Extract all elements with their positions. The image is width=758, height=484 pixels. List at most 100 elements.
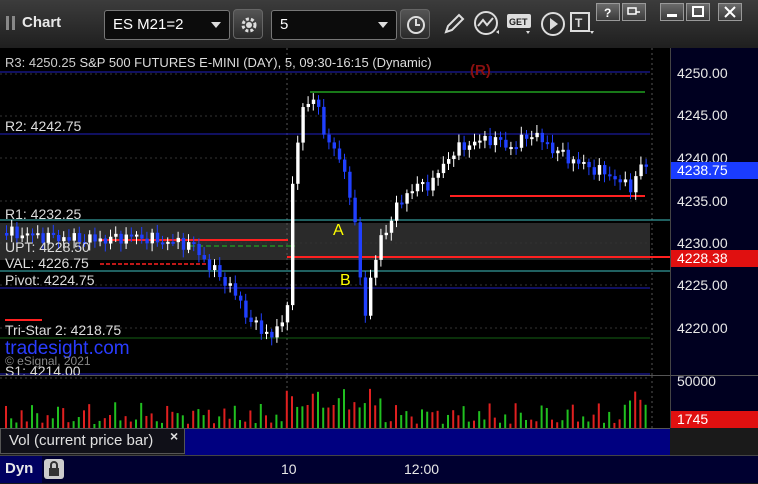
draw-button[interactable]: [442, 12, 466, 41]
volume-bar: [488, 403, 491, 428]
bar-body: [421, 182, 425, 185]
chart-header: R3: 4250.25 S&P 500 FUTURES E-MINI (DAY)…: [5, 55, 432, 70]
volume-bar: [634, 391, 637, 428]
bar-body: [447, 159, 451, 164]
volume-bar: [639, 399, 642, 428]
bar-body: [540, 132, 544, 143]
volume-pane-tab[interactable]: Vol (current price bar): [0, 428, 185, 454]
volume-bar: [20, 410, 23, 428]
maximize-button[interactable]: [686, 3, 710, 21]
volume-bar: [166, 405, 169, 428]
bar-body: [384, 232, 388, 236]
help-button[interactable]: ?: [596, 3, 620, 21]
play-button[interactable]: [540, 11, 566, 42]
bar-body: [400, 202, 404, 205]
chart-toolbar: Chart ES M21=2 5 GET T ?: [0, 0, 758, 49]
dynamic-mode-button[interactable]: Dyn: [0, 456, 42, 483]
bar-body: [161, 242, 165, 245]
bar-body: [145, 238, 149, 244]
interval-dropdown[interactable]: 5: [271, 10, 397, 40]
bar-body: [171, 241, 175, 244]
volume-bar: [155, 421, 158, 428]
bar-body: [597, 165, 602, 175]
volume-bar: [301, 406, 304, 428]
marker-a: A: [333, 222, 344, 239]
bar-body: [452, 155, 456, 160]
volume-bar: [343, 389, 345, 428]
symbol-dropdown[interactable]: ES M21=2: [104, 10, 230, 40]
volume-bar: [306, 404, 309, 428]
volume-bar: [473, 420, 475, 428]
volume-bar: [124, 416, 127, 428]
time-button[interactable]: [400, 9, 430, 39]
price-axis[interactable]: 4250.00 4245.00 4240.00 4235.00 4230.00 …: [670, 48, 758, 375]
volume-bar: [608, 411, 611, 428]
template-button[interactable]: T: [570, 12, 596, 41]
bar-body: [577, 159, 581, 164]
volume-bar: [332, 405, 335, 428]
volume-bar: [83, 410, 85, 428]
bar-body: [317, 99, 321, 107]
volume-bar: [322, 407, 325, 428]
bar-body: [358, 222, 362, 278]
bar-body: [25, 233, 30, 236]
bar-body: [499, 137, 503, 140]
volume-bar: [592, 414, 595, 428]
bar-body: [135, 234, 139, 237]
svg-text:?: ?: [604, 6, 611, 18]
volume-bar: [249, 410, 252, 428]
marker-b: B: [340, 272, 351, 289]
time-tick: 10: [281, 461, 297, 477]
bar-body: [166, 241, 170, 244]
volume-bar: [275, 414, 278, 428]
volume-bar: [36, 413, 39, 428]
time-axis[interactable]: Dyn 10 12:00: [0, 455, 758, 483]
volume-bar: [514, 403, 517, 428]
s1-label: S1: 4214.00: [5, 363, 81, 375]
bar-body: [103, 238, 108, 244]
bar-body: [405, 193, 409, 204]
bar-body: [369, 277, 373, 316]
volume-pane[interactable]: [0, 375, 670, 428]
pivot-label: Pivot: 4224.75: [5, 272, 95, 288]
bar-body: [244, 300, 248, 318]
bar-body: [202, 255, 206, 260]
bar-body: [239, 295, 243, 301]
price-chart[interactable]: R3: 4250.25 S&P 500 FUTURES E-MINI (DAY)…: [0, 48, 670, 375]
help-icon: ?: [604, 6, 611, 18]
volume-bar: [395, 405, 397, 428]
chart-description: S&P 500 FUTURES E-MINI (DAY), 5, 09:30-1…: [79, 55, 432, 70]
price-tick: 4235.00: [677, 193, 728, 209]
bar-body: [322, 106, 326, 135]
volume-bar: [478, 411, 481, 428]
bar-body: [608, 174, 612, 177]
study-button[interactable]: [472, 10, 502, 43]
minimize-button[interactable]: [660, 3, 684, 21]
pause-icon[interactable]: [6, 16, 16, 35]
bar-body: [467, 145, 472, 150]
settings-button[interactable]: [233, 9, 263, 39]
bar-body: [306, 103, 310, 108]
get-data-button[interactable]: GET: [506, 12, 536, 41]
link-button[interactable]: [622, 3, 646, 21]
volume-bar: [644, 404, 647, 428]
bar-body: [389, 220, 394, 233]
volume-bar: [363, 403, 366, 428]
volume-bar: [291, 396, 293, 428]
dynamic-mode-label: Dyn: [5, 460, 34, 477]
close-button[interactable]: [718, 3, 742, 21]
level-price-tag: 4228.38: [671, 250, 758, 267]
scroll-lock-button[interactable]: [44, 459, 64, 479]
bar-body: [504, 139, 508, 148]
volume-bar: [150, 413, 153, 428]
volume-bar: [176, 413, 179, 428]
close-pane-button[interactable]: ×: [170, 428, 178, 444]
play-icon: [541, 12, 565, 36]
bar-body: [10, 226, 14, 236]
volume-bar: [5, 405, 7, 428]
volume-bar: [109, 414, 111, 428]
volume-bar: [145, 415, 148, 428]
volume-bar: [233, 405, 236, 428]
chevron-down-icon: [211, 22, 221, 28]
bar-body: [20, 235, 24, 239]
